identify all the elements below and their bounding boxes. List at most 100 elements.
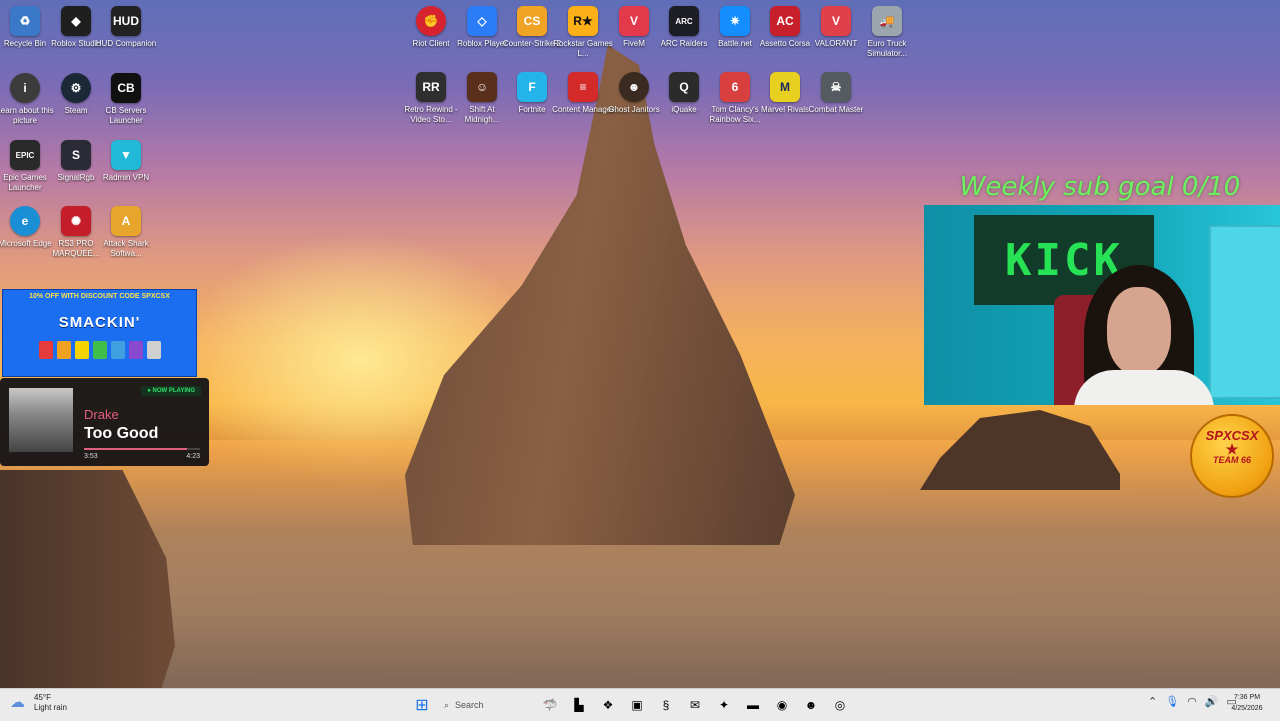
search-placeholder: Search [455,700,484,710]
file-explorer-icon[interactable]: ▬ [741,693,765,717]
rain-cloud-icon: ☁ [10,694,25,711]
counter-strike-icon: CS [517,6,547,36]
pinned-apps: 🦈 ▙ ❖ ▣ § ✉ ✦ ▬ ◉ ☻ ◎ [538,693,852,717]
edge-taskbar-icon[interactable]: ◉ [770,693,794,717]
promo-banner: 10% OFF WITH DISCOUNT CODE SPXCSX SMACKI… [2,289,197,377]
weekly-sub-goal: Weekly sub goal 0/10 [959,172,1241,202]
star-icon: ★ [1225,441,1239,457]
desktop-icon-euro-truck[interactable]: 🚚 Euro Truck Simulator... [856,6,918,58]
info-icon: i [10,73,40,103]
track-total-time: 4:23 [186,453,200,460]
copilot-icon[interactable]: ❖ [596,693,620,717]
clock-time: 7:36 PM [1233,694,1261,701]
promo-discount-text: 10% OFF WITH DISCOUNT CODE SPXCSX [29,293,170,300]
desktop-icon-label: CB Servers Launcher [105,106,147,125]
terminal-icon[interactable]: ▙ [567,693,591,717]
attack-shark-icon: A [111,206,141,236]
hud-icon: HUD [111,6,141,36]
track-elapsed-time: 3:53 [84,453,98,460]
webcam-door [1209,225,1280,399]
combat-master-icon: ☠ [821,72,851,102]
discord-icon[interactable]: ☻ [799,693,823,717]
desktop-icon-label: Radmin VPN [102,173,150,182]
track-title: Too Good [84,425,159,442]
album-art [9,388,73,452]
steam-icon: ⚙ [61,73,91,103]
marvel-rivals-icon: M [770,72,800,102]
euro-truck-icon: 🚚 [872,6,902,36]
team-badge-logo: SPXCSX ★ TEAM 66 [1190,414,1274,498]
radmin-vpn-icon: ▼ [111,140,141,170]
desktop-icon-radmin-vpn[interactable]: ▼ Radmin VPN [95,140,157,183]
product-pack [56,341,71,359]
product-pack [38,341,53,359]
desktop-icon-hud-companion[interactable]: HUD HUD Companion [95,6,157,49]
taskbar-search[interactable]: ⌕ Search [438,693,534,717]
rockstar-icon: R★ [568,6,598,36]
signalrgb-icon: S [61,140,91,170]
game-app-icon[interactable]: ✦ [712,693,736,717]
desktop-icon-label: HUD Companion [95,39,157,48]
taskbar-clock[interactable]: 7:36 PM 4/25/2026 [1222,692,1272,714]
microphone-icon[interactable]: 🎙 [1165,695,1179,708]
assetto-corsa-icon: AC [770,6,800,36]
start-button[interactable]: ⊞ [410,693,434,717]
search-icon: ⌕ [444,699,450,710]
clock-date: 4/25/2026 [1231,705,1263,712]
product-pack [110,341,125,359]
streamer-face [1107,287,1171,375]
fortnite-icon: F [517,72,547,102]
roblox-studio-icon: ◆ [61,6,91,36]
weather-temp: 45°F [34,693,51,702]
streamer-shirt [1074,370,1214,405]
riot-client-icon: ✊ [416,6,446,36]
content-manager-icon: ≡ [568,72,598,102]
mail-icon[interactable]: ✉ [683,693,707,717]
store-icon[interactable]: ▣ [625,693,649,717]
product-pack [74,341,89,359]
recycle-bin-icon: ♻ [10,6,40,36]
desktop-icon-attack-shark[interactable]: A Attack Shark Softwa... [95,206,157,258]
webcam-feed: KICK [924,205,1280,405]
chrome-icon[interactable]: ◎ [828,693,852,717]
right-rock [920,410,1120,490]
desktop-icon-label: Combat Master [808,105,864,114]
valorant-icon: V [821,6,851,36]
chevron-up-icon[interactable]: ⌃ [1148,695,1157,708]
battlenet-icon: ✷ [720,6,750,36]
edge-icon: e [10,206,40,236]
desktop-icon-combat-master[interactable]: ☠ Combat Master [805,72,867,115]
ghost-janitors-icon: ☻ [619,72,649,102]
taskbar: ☁ 45°F Light rain ⊞ ⌕ Search 🦈 ▙ ❖ ▣ § ✉ ✦ ▬ ◉ ☻ ◎… [0,688,1280,721]
rs3-icon: ✺ [61,206,91,236]
desktop-icon-cb-servers[interactable]: CB CB Servers Launcher [95,73,157,125]
promo-brand: SMACKIN' [58,314,141,331]
taskbar-apps: ⊞ ⌕ Search 🦈 ▙ ❖ ▣ § ✉ ✦ ▬ ◉ ☻ ◎ [410,693,852,717]
speaker-icon[interactable]: 🔊 [1205,695,1219,708]
team-badge-sub: TEAM 66 [1212,455,1251,465]
rainbow-six-icon: 6 [720,72,750,102]
product-pack [146,341,161,359]
promo-product-packs [3,341,196,359]
retro-rewind-icon: RR [416,72,446,102]
desktop-icon-label: Euro Truck Simulator... [866,39,907,58]
shift-at-midnight-icon: ☺ [467,72,497,102]
epic-games-icon: EPIC [10,140,40,170]
weather-desc: Light rain [34,703,67,712]
desktop-icon-label: Attack Shark Softwa... [103,239,149,258]
cb-icon: CB [111,73,141,103]
roblox-player-icon: ◇ [467,6,497,36]
now-playing-badge: ● NOW PLAYING [141,386,201,396]
shark-app-icon[interactable]: 🦈 [538,693,562,717]
fivem-icon: V [619,6,649,36]
wifi-icon[interactable]: ◠ [1187,695,1197,708]
track-progress-fill [84,448,187,450]
arc-raiders-icon: ARC [669,6,699,36]
weather-widget[interactable]: ☁ 45°F Light rain [10,693,67,713]
product-pack [128,341,143,359]
signal-app-icon[interactable]: § [654,693,678,717]
now-playing-widget: ● NOW PLAYING Drake Too Good 3:53 4:23 [0,378,209,466]
iquake-icon: Q [669,72,699,102]
product-pack [92,341,107,359]
track-progress-bar [84,448,200,450]
